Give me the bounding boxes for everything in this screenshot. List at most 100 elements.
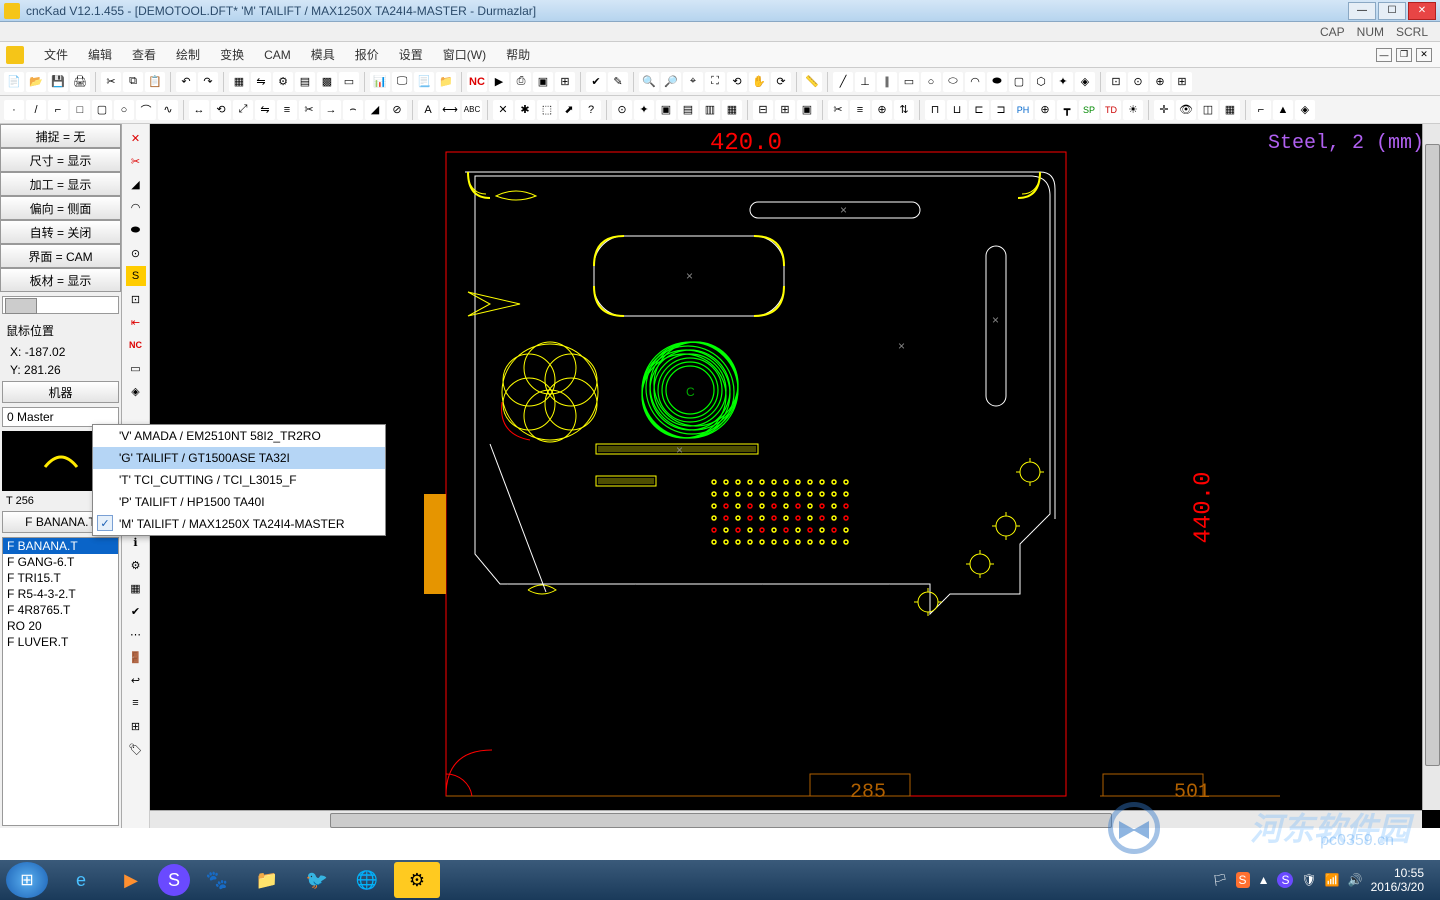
machine-option[interactable]: 'G' TAILIFT / GT1500ASE TA32I <box>93 447 385 469</box>
tb-form-icon[interactable]: ▲ <box>1273 100 1293 120</box>
tb-star-icon[interactable]: ✦ <box>1053 72 1073 92</box>
tb-punch-icon[interactable]: ⊙ <box>612 100 632 120</box>
tb-snap-mid-icon[interactable]: ⊙ <box>1128 72 1148 92</box>
tb-zoom-out-icon[interactable]: 🔎 <box>661 72 681 92</box>
tb-explode-icon[interactable]: ✱ <box>515 100 535 120</box>
list-item[interactable]: F LUVER.T <box>3 634 118 650</box>
tb-pick-icon[interactable]: ⬈ <box>559 100 579 120</box>
tb-select-icon[interactable]: ⬚ <box>537 100 557 120</box>
tb-join-icon[interactable]: ⊞ <box>775 100 795 120</box>
tb-point-icon[interactable]: · <box>4 100 24 120</box>
machining-toggle[interactable]: 加工 = 显示 <box>0 172 121 196</box>
tb-sheet-icon[interactable]: ▭ <box>339 72 359 92</box>
list-item[interactable]: F R5-4-3-2.T <box>3 586 118 602</box>
mdi-close[interactable]: ✕ <box>1416 48 1432 62</box>
list-item[interactable]: RO 20 <box>3 618 118 634</box>
vt-trim-icon[interactable]: ✂ <box>126 151 146 171</box>
tb-clamp2-icon[interactable]: ┳ <box>1057 100 1077 120</box>
tb-layer-icon[interactable]: ▦ <box>229 72 249 92</box>
vertical-scrollbar[interactable] <box>1422 124 1440 810</box>
sheet-toggle[interactable]: 板材 = 显示 <box>0 268 121 292</box>
vt-exit-icon[interactable]: ↩ <box>126 670 146 690</box>
tb-crosshair-icon[interactable]: ✛ <box>1154 100 1174 120</box>
list-item[interactable]: F TRI15.T <box>3 570 118 586</box>
vt-check2-icon[interactable]: ✔ <box>126 601 146 621</box>
tb-stack-icon[interactable]: ≡ <box>850 100 870 120</box>
vt-layer-icon[interactable]: ▦ <box>126 578 146 598</box>
tb-eye-icon[interactable]: 👁 <box>1176 100 1196 120</box>
tb-render-icon[interactable]: ▦ <box>1220 100 1240 120</box>
tb-poly-icon[interactable]: ⌐ <box>48 100 68 120</box>
tray-flag-icon[interactable]: 🏳 <box>1212 873 1227 887</box>
machine-option[interactable]: 'P' TAILIFT / HP1500 TA40I <box>93 491 385 513</box>
tb-tab-icon[interactable]: ⊏ <box>969 100 989 120</box>
tb-auto-icon[interactable]: ⚙ <box>273 72 293 92</box>
tb-cut-icon[interactable]: ✂ <box>101 72 121 92</box>
menu-window[interactable]: 窗口(W) <box>433 42 496 67</box>
tb-slot-icon[interactable]: ⬬ <box>987 72 1007 92</box>
tb-print-icon[interactable]: 🖨 <box>70 72 90 92</box>
tb-edit-icon[interactable]: ✎ <box>608 72 628 92</box>
tb-ortho-icon[interactable]: ⊥ <box>855 72 875 92</box>
tb-cut-tool-icon[interactable]: ✂ <box>828 100 848 120</box>
side-toggle[interactable]: 偏向 = 侧面 <box>0 196 121 220</box>
tb-save-icon[interactable]: 💾 <box>48 72 68 92</box>
vt-left-icon[interactable]: ⇤ <box>126 312 146 332</box>
taskbar-bird-icon[interactable]: 🐦 <box>294 862 340 898</box>
tb-tool4-icon[interactable]: ▦ <box>722 100 742 120</box>
tb-micro-icon[interactable]: ⊔ <box>947 100 967 120</box>
tb-measure-icon[interactable]: 📏 <box>802 72 822 92</box>
tb-rep-icon[interactable]: ⊕ <box>1035 100 1055 120</box>
tb-chamfer-icon[interactable]: ◢ <box>365 100 385 120</box>
dim-toggle[interactable]: 尺寸 = 显示 <box>0 148 121 172</box>
menu-cam[interactable]: CAM <box>254 44 301 66</box>
tb-fillet-icon[interactable]: ⌢ <box>343 100 363 120</box>
vt-delete-icon[interactable]: ✕ <box>126 128 146 148</box>
tb-rotate-icon[interactable]: ⟲ <box>211 100 231 120</box>
tb-seq-icon[interactable]: ⊕ <box>872 100 892 120</box>
tb-nc-icon[interactable]: NC <box>467 72 487 92</box>
tb-break-icon[interactable]: ⊘ <box>387 100 407 120</box>
mdi-minimize[interactable]: — <box>1376 48 1392 62</box>
menu-quote[interactable]: 报价 <box>345 42 389 67</box>
vt-prop-icon[interactable]: ⚙ <box>126 555 146 575</box>
tool-list[interactable]: F BANANA.T F GANG-6.T F TRI15.T F R5-4-3… <box>2 537 119 826</box>
mdi-restore[interactable]: ❐ <box>1396 48 1412 62</box>
tb-emboss-icon[interactable]: ◈ <box>1295 100 1315 120</box>
tb-scale-icon[interactable]: ⤢ <box>233 100 253 120</box>
vt-s1-icon[interactable]: S <box>126 266 146 286</box>
machine-option[interactable]: 'T' TCI_CUTTING / TCI_L3015_F <box>93 469 385 491</box>
tb-3d-icon[interactable]: ◫ <box>1198 100 1218 120</box>
taskbar-sogou-icon[interactable]: S <box>158 864 190 896</box>
tb-screen-icon[interactable]: 🖵 <box>392 72 412 92</box>
tb-group-icon[interactable]: ▣ <box>797 100 817 120</box>
tray-speaker-icon[interactable]: 🔊 <box>1348 873 1363 887</box>
tb-post-icon[interactable]: ⎙ <box>511 72 531 92</box>
tb-curve-icon[interactable]: ∿ <box>158 100 178 120</box>
vt-shape-icon[interactable]: ◢ <box>126 174 146 194</box>
menu-transform[interactable]: 变换 <box>210 42 254 67</box>
vt-part-icon[interactable]: ◈ <box>126 381 146 401</box>
tb-refresh-icon[interactable]: ⟳ <box>771 72 791 92</box>
list-item[interactable]: F 4R8765.T <box>3 602 118 618</box>
list-item[interactable]: F GANG-6.T <box>3 554 118 570</box>
tb-obround-icon[interactable]: ▢ <box>1009 72 1029 92</box>
tb-circ2-icon[interactable]: ○ <box>114 100 134 120</box>
tb-ph-icon[interactable]: PH <box>1013 100 1033 120</box>
vt-grid-icon[interactable]: ⊞ <box>126 716 146 736</box>
tb-pan-icon[interactable]: ✋ <box>749 72 769 92</box>
vt-sheet-icon[interactable]: ▭ <box>126 358 146 378</box>
tb-offset-icon[interactable]: ≡ <box>277 100 297 120</box>
snap-toggle[interactable]: 捕捉 = 无 <box>0 124 121 148</box>
menu-view[interactable]: 查看 <box>122 42 166 67</box>
tb-extend-icon[interactable]: → <box>321 100 341 120</box>
tray-up-icon[interactable]: ▲ <box>1258 873 1270 887</box>
tb-folder-icon[interactable]: 📁 <box>436 72 456 92</box>
vt-nc-icon[interactable]: NC <box>126 335 146 355</box>
close-button[interactable]: ✕ <box>1408 2 1436 20</box>
tb-abc-icon[interactable]: ABC <box>462 100 482 120</box>
tb-array-icon[interactable]: ⊞ <box>555 72 575 92</box>
tray-network-icon[interactable]: 📶 <box>1325 873 1340 887</box>
tb-undo-icon[interactable]: ↶ <box>176 72 196 92</box>
tray-shield-icon[interactable]: 🛡 <box>1301 873 1316 887</box>
